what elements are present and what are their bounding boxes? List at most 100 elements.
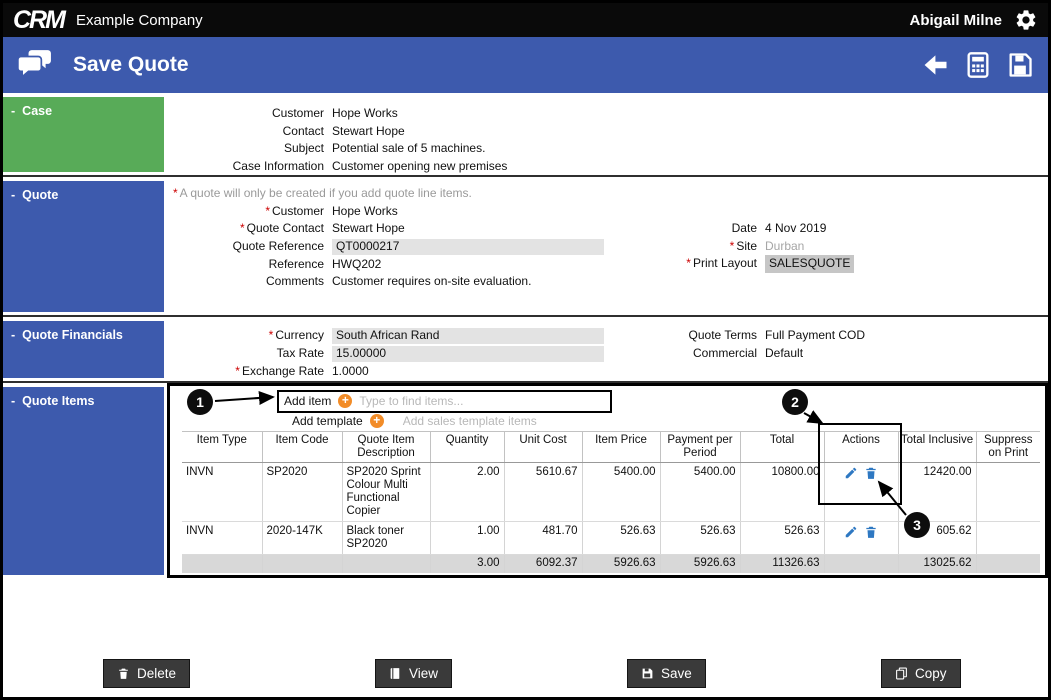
collapse-icon[interactable]: -	[11, 188, 15, 202]
cell-payment-per-period: 5400.00	[659, 462, 740, 522]
annotation-step-3: 3	[904, 512, 930, 538]
edit-item-button[interactable]	[841, 525, 861, 542]
field-label: Subject	[283, 141, 324, 155]
field-label: Comments	[265, 274, 324, 288]
field-value: Stewart Hope	[332, 123, 405, 138]
quote-note: * A quote will only be created if you add…	[173, 186, 472, 200]
currency-field[interactable]: South African Rand	[332, 328, 604, 344]
totals-row: 3.00 6092.37 5926.63 5926.63 11326.63 13…	[182, 554, 1040, 573]
field-label: Exchange Rate	[241, 364, 324, 378]
quote-financials-body: * Currency South African Rand Tax Rate 15…	[167, 317, 1048, 381]
cell-actions	[823, 521, 898, 555]
copy-button[interactable]: Copy	[881, 659, 961, 688]
cell-item-type: INVN	[182, 521, 262, 555]
field-quote-contact: * Quote Contact Stewart Hope	[167, 220, 660, 238]
add-template-label[interactable]: Add template	[292, 414, 363, 428]
field-case-information: Case Information Customer opening new pr…	[167, 158, 1048, 176]
quote-terms-field[interactable]: Full Payment COD	[765, 327, 865, 345]
case-section: - Case Customer Hope Works Contact Stewar…	[3, 93, 1048, 175]
crm-logo: CRM	[13, 5, 66, 34]
add-item-box: Add item	[277, 389, 612, 413]
back-button[interactable]	[922, 51, 950, 79]
collapse-icon[interactable]: -	[11, 104, 15, 118]
delete-item-button[interactable]	[861, 466, 881, 483]
required-marker: *	[173, 186, 178, 200]
print-layout-field[interactable]: SALESQUOTE	[765, 255, 855, 273]
cell-suppress-on-print[interactable]	[975, 462, 1040, 522]
save-disk-icon	[642, 668, 653, 679]
quote-section: - Quote * A quote will only be created if …	[3, 175, 1048, 315]
cell-quantity: 1.00	[429, 521, 504, 555]
user-name: Abigail Milne	[909, 11, 1002, 29]
field-case-contact: Contact Stewart Hope	[167, 123, 1048, 141]
trash-icon	[866, 467, 876, 479]
field-label: Commercial	[692, 345, 757, 360]
reference-field[interactable]: HWQ202	[332, 256, 381, 274]
quote-reference-field[interactable]: QT0000217	[332, 238, 604, 255]
edit-item-button[interactable]	[841, 466, 861, 483]
tax-rate-field[interactable]: 15.00000	[332, 346, 604, 362]
view-button[interactable]: View	[375, 659, 453, 688]
collapse-icon[interactable]: -	[11, 328, 15, 342]
site-field[interactable]: Durban	[765, 238, 804, 256]
date-field[interactable]: 4 Nov 2019	[765, 220, 826, 238]
quote-financials-section-header[interactable]: - Quote Financials	[3, 321, 164, 378]
cell-unit-cost: 5610.67	[503, 462, 582, 522]
totals-unit-cost: 6092.37	[503, 554, 582, 573]
customer-field[interactable]: Hope Works	[332, 203, 398, 221]
trash-icon	[119, 668, 128, 679]
quote-section-header[interactable]: - Quote	[3, 181, 164, 312]
field-label: Print Layout	[692, 256, 757, 270]
trash-icon	[866, 526, 876, 538]
cell-suppress-on-print[interactable]	[975, 521, 1040, 555]
delete-item-button[interactable]	[861, 525, 881, 542]
settings-gear-icon[interactable]	[1014, 8, 1038, 32]
required-marker: *	[686, 256, 691, 270]
collapse-icon[interactable]: -	[11, 394, 15, 408]
cell-unit-cost: 481.70	[503, 521, 582, 555]
field-comments: Comments Customer requires on-site evalu…	[167, 273, 660, 291]
footer-toolbar: Delete View Save Copy	[3, 659, 1048, 689]
field-value: Customer opening new premises	[332, 158, 508, 173]
totals-total-inclusive: 13025.62	[897, 554, 976, 573]
cell-total: 10800.00	[739, 462, 824, 522]
col-total: Total	[739, 431, 824, 463]
field-label: Reference	[268, 256, 324, 271]
field-label: Quote Reference	[232, 238, 324, 253]
pencil-icon	[845, 526, 857, 538]
cell-description: SP2020 Sprint Colour Multi Functional Co…	[341, 462, 430, 522]
field-label: Customer	[271, 203, 324, 218]
field-label: Site	[736, 238, 757, 253]
item-search-input[interactable]	[359, 394, 605, 408]
case-section-header[interactable]: - Case	[3, 97, 164, 172]
field-label: Currency	[275, 328, 324, 342]
field-currency: * Currency South African Rand	[167, 327, 660, 345]
commercial-field[interactable]: Default	[765, 345, 803, 363]
save-button[interactable]: Save	[627, 659, 706, 688]
col-suppress-on-print: Suppress on Print	[975, 431, 1040, 463]
quote-items-section-header[interactable]: - Quote Items	[3, 387, 164, 575]
field-label: Case Information	[232, 158, 324, 173]
field-case-customer: Customer Hope Works	[167, 105, 1048, 123]
calculator-button[interactable]	[964, 51, 992, 79]
cell-total: 526.63	[739, 521, 824, 555]
add-item-plus-icon[interactable]	[338, 394, 353, 408]
chat-bubble-icon	[17, 49, 55, 81]
field-label: Quote Terms	[688, 328, 757, 342]
field-tax-rate: Tax Rate 15.00000	[167, 345, 660, 363]
required-marker: *	[729, 238, 735, 253]
delete-button[interactable]: Delete	[103, 659, 191, 688]
add-item-label[interactable]: Add item	[284, 394, 331, 408]
quote-section-body: * A quote will only be created if you add…	[167, 177, 1048, 315]
page-header: Save Quote	[3, 37, 1048, 93]
add-template-plus-icon[interactable]	[369, 414, 384, 428]
col-item-code: Item Code	[261, 431, 342, 463]
annotation-step-2: 2	[782, 389, 808, 415]
comments-field[interactable]: Customer requires on-site evaluation.	[332, 273, 531, 291]
quote-contact-field[interactable]: Stewart Hope	[332, 220, 405, 238]
cell-item-type: INVN	[182, 462, 262, 522]
totals-total: 11326.63	[739, 554, 824, 573]
save-header-button[interactable]	[1006, 51, 1034, 79]
exchange-rate-field[interactable]: 1.0000	[332, 363, 369, 381]
field-site: * Site Durban	[660, 238, 1048, 256]
